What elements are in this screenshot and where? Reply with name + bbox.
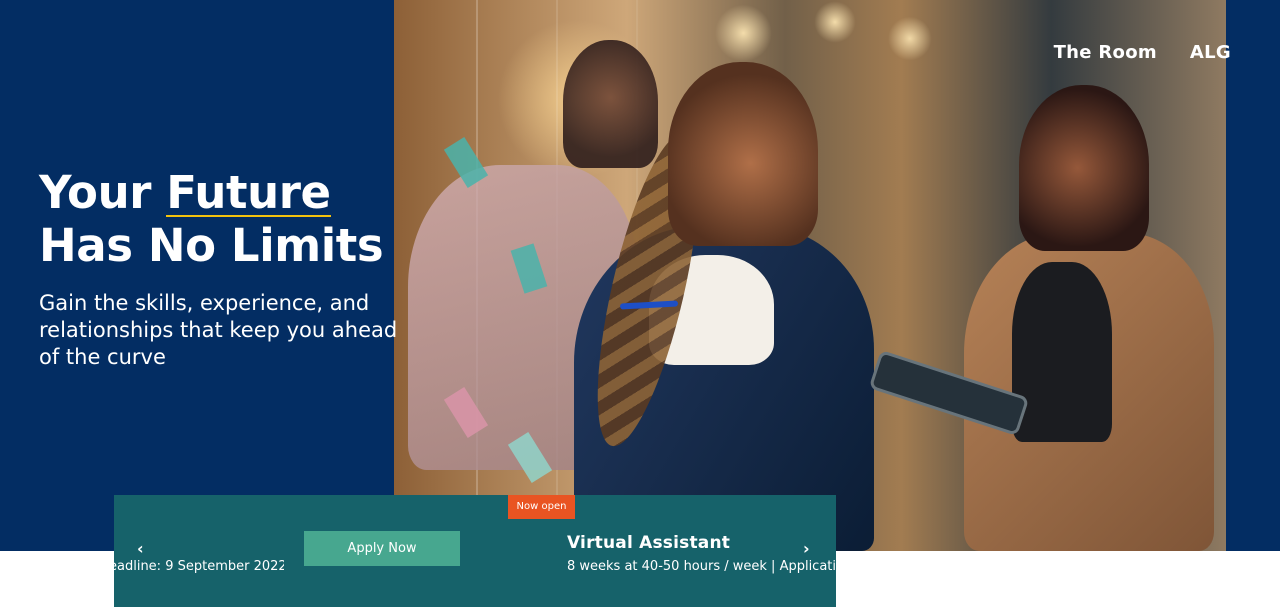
chevron-left-icon[interactable]: ‹: [137, 539, 144, 558]
man-head: [563, 40, 658, 168]
opportunity-carousel: Now open ‹ eadline: 9 September 2022 App…: [114, 495, 836, 607]
status-badge: Now open: [508, 495, 575, 519]
hero-subtext: Gain the skills, experience, and relatio…: [39, 291, 398, 369]
top-navigation: The Room ALG: [1054, 42, 1231, 63]
right-woman-shirt: [1012, 262, 1112, 442]
nav-link-the-room[interactable]: The Room: [1054, 42, 1157, 63]
role-details: 8 weeks at 40-50 hours / week | Applicat…: [567, 559, 835, 574]
deadline-text: eadline: 9 September 2022: [114, 559, 284, 574]
right-navy-band: [1226, 0, 1280, 551]
hero-section: The Room ALG Your Future Has No Limits G…: [0, 0, 1280, 551]
apply-now-button[interactable]: Apply Now: [304, 531, 460, 566]
page: The Room ALG Your Future Has No Limits G…: [0, 0, 1280, 612]
hero-photo: [394, 0, 1226, 551]
center-woman-head: [668, 62, 818, 246]
headline-suffix: Has No Limits: [39, 219, 384, 272]
headline-highlight: Future: [166, 166, 331, 219]
nav-link-alg[interactable]: ALG: [1190, 42, 1231, 63]
headline-prefix: Your: [39, 166, 167, 219]
role-title: Virtual Assistant: [567, 533, 731, 553]
right-woman-head: [1019, 85, 1149, 251]
page-title: Your Future Has No Limits: [39, 166, 429, 272]
chevron-right-icon[interactable]: ›: [803, 539, 810, 558]
